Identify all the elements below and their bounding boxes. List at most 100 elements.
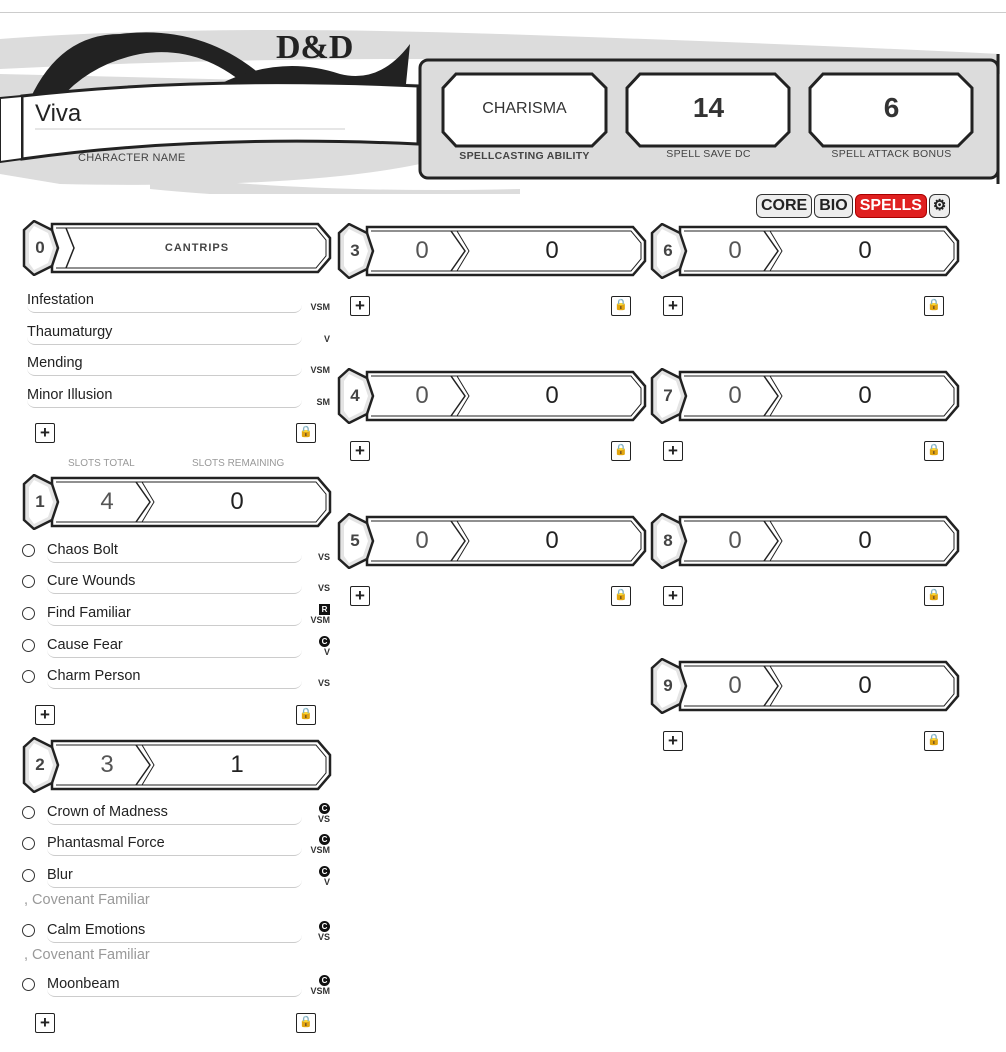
tab-bio[interactable]: BIO (814, 194, 853, 218)
add-spell-button[interactable]: + (350, 586, 370, 606)
spell-row[interactable]: Cause Fear C V (22, 636, 330, 659)
spell-components: VSM (310, 366, 330, 375)
spell-name[interactable]: Cure Wounds (47, 573, 302, 594)
lock-icon[interactable]: 🔒 (296, 423, 316, 443)
spell-row[interactable]: Find Familiar R VSM (22, 604, 330, 627)
lock-icon[interactable]: 🔒 (611, 441, 631, 461)
spell-row[interactable]: Cure Wounds VS (22, 573, 330, 595)
spell-name[interactable]: Charm Person (47, 668, 302, 689)
prepared-radio[interactable] (22, 806, 35, 819)
components-text: VSM (310, 845, 330, 855)
lock-icon[interactable]: 🔒 (611, 586, 631, 606)
slots-total-value[interactable]: 0 (690, 513, 780, 569)
level-number: 6 (663, 241, 673, 260)
spell-row[interactable]: Crown of Madness C VS (22, 803, 330, 826)
slots-remaining-value[interactable]: 0 (152, 474, 322, 530)
prepared-radio[interactable] (22, 639, 35, 652)
prepared-radio[interactable] (22, 978, 35, 991)
prepared-radio[interactable] (22, 869, 35, 882)
spell-row[interactable]: Calm Emotions C VS (22, 921, 330, 944)
spell-row[interactable]: Thaumaturgy V (22, 324, 330, 346)
spell-row[interactable]: Phantasmal Force C VSM (22, 834, 330, 857)
slots-remaining-value[interactable]: 0 (467, 368, 637, 424)
spell-name[interactable]: Moonbeam (47, 976, 302, 997)
spell-row[interactable]: Mending VSM (22, 355, 330, 377)
spell-components: VSM (310, 303, 330, 312)
level-number: 9 (663, 676, 673, 695)
slots-total-value[interactable]: 0 (690, 223, 780, 279)
level-number: 4 (350, 386, 360, 405)
lock-icon[interactable]: 🔒 (924, 731, 944, 751)
spellcasting-ability-value[interactable]: CHARISMA (443, 100, 606, 118)
slots-total-value[interactable]: 0 (377, 513, 467, 569)
slots-total-value[interactable]: 0 (377, 368, 467, 424)
spell-name[interactable]: Chaos Bolt (47, 542, 302, 563)
slots-remaining-value[interactable]: 0 (780, 368, 950, 424)
add-spell-button[interactable]: + (663, 296, 683, 316)
slots-remaining-value[interactable]: 1 (152, 737, 322, 793)
add-spell-button[interactable]: + (350, 441, 370, 461)
slots-total-label: SLOTS TOTAL (68, 458, 135, 469)
spell-name[interactable]: Cause Fear (47, 637, 302, 658)
add-spell-button[interactable]: + (663, 586, 683, 606)
slots-total-value[interactable]: 4 (62, 474, 152, 530)
lock-icon[interactable]: 🔒 (611, 296, 631, 316)
spell-name[interactable]: Minor Illusion (27, 387, 302, 408)
spell-row[interactable]: Infestation VSM (22, 292, 330, 314)
prepared-radio[interactable] (22, 575, 35, 588)
prepared-radio[interactable] (22, 670, 35, 683)
add-spell-button[interactable]: + (663, 731, 683, 751)
slots-total-value[interactable]: 0 (690, 658, 780, 714)
spell-row[interactable]: Moonbeam C VSM (22, 975, 330, 998)
spell-row[interactable]: Chaos Bolt VS (22, 542, 330, 564)
slots-remaining-value[interactable]: 0 (780, 513, 950, 569)
spell-save-dc-value: 14 (692, 92, 725, 123)
prepared-radio[interactable] (22, 837, 35, 850)
lock-icon[interactable]: 🔒 (296, 1013, 316, 1033)
components-text: VS (317, 583, 330, 593)
slots-total-value[interactable]: 0 (377, 223, 467, 279)
spell-name[interactable]: Blur (47, 867, 302, 888)
components-text: V (323, 334, 330, 344)
spell-name[interactable]: Calm Emotions (47, 922, 302, 943)
prepared-radio[interactable] (22, 544, 35, 557)
spell-name[interactable]: Mending (27, 355, 302, 376)
lock-icon[interactable]: 🔒 (296, 705, 316, 725)
tab-spells[interactable]: SPELLS (854, 194, 927, 218)
spell-name[interactable]: Crown of Madness (47, 804, 302, 825)
character-name-input[interactable]: Viva (35, 100, 81, 128)
spell-level-6-header: 600 (650, 223, 960, 279)
components-text: VSM (310, 615, 330, 625)
slots-remaining-value[interactable]: 0 (780, 658, 950, 714)
lock-icon[interactable]: 🔒 (924, 586, 944, 606)
spell-name[interactable]: Find Familiar (47, 605, 302, 626)
spell-name[interactable]: Thaumaturgy (27, 324, 302, 345)
components-text: VS (317, 552, 330, 562)
add-spell-button[interactable]: + (35, 1013, 55, 1033)
slots-remaining-value[interactable]: 0 (780, 223, 950, 279)
spell-row[interactable]: Blur C V (22, 866, 330, 889)
spell-row[interactable]: Charm Person VS (22, 668, 330, 690)
level-number: 8 (663, 531, 673, 550)
lock-icon[interactable]: 🔒 (924, 441, 944, 461)
spell-name[interactable]: Phantasmal Force (47, 835, 302, 856)
slots-total-value[interactable]: 3 (62, 737, 152, 793)
spell-level-2-header: 231 (22, 737, 332, 793)
slots-total-value[interactable]: 0 (690, 368, 780, 424)
spell-name[interactable]: Infestation (27, 292, 302, 313)
prepared-radio[interactable] (22, 607, 35, 620)
prepared-radio[interactable] (22, 924, 35, 937)
gear-icon[interactable]: ⚙ (928, 194, 951, 218)
tab-core[interactable]: CORE (756, 194, 813, 218)
slots-remaining-value[interactable]: 0 (467, 513, 637, 569)
add-spell-button[interactable]: + (35, 423, 55, 443)
add-spell-button[interactable]: + (350, 296, 370, 316)
concentration-icon: C (319, 834, 330, 845)
spell-components: C VS (318, 803, 330, 824)
lock-icon[interactable]: 🔒 (924, 296, 944, 316)
slots-remaining-value[interactable]: 0 (467, 223, 637, 279)
add-spell-button[interactable]: + (663, 441, 683, 461)
add-spell-button[interactable]: + (35, 705, 55, 725)
ritual-icon: R (319, 604, 330, 615)
spell-row[interactable]: Minor Illusion SM (22, 387, 330, 409)
